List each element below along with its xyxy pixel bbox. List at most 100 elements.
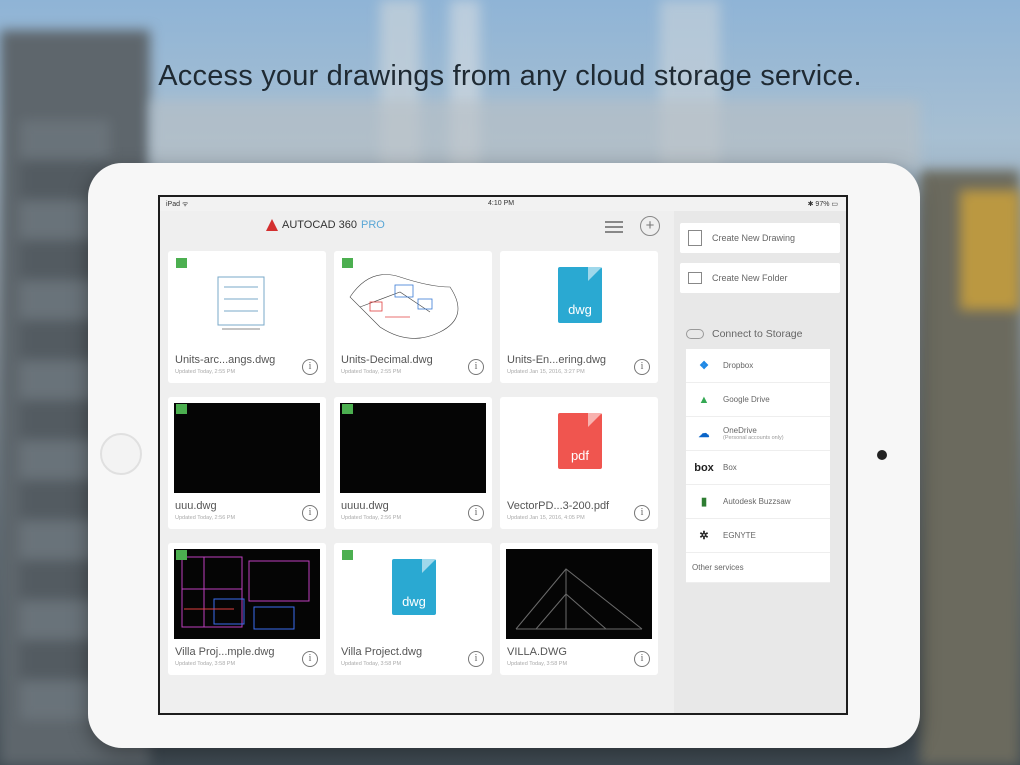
side-panel: Create New Drawing Create New Folder Con…	[674, 211, 846, 713]
connect-storage-heading: Connect to Storage	[686, 328, 802, 340]
sync-badge	[342, 550, 353, 560]
file-updated: Updated Today, 3:58 PM	[341, 661, 402, 667]
storage-item[interactable]: ▲ Google Drive	[686, 383, 830, 417]
create-folder-label: Create New Folder	[712, 273, 788, 283]
storage-label: Box	[723, 463, 737, 472]
file-updated: Updated Jan 15, 2016, 3:27 PM	[507, 369, 585, 375]
storage-item[interactable]: ▮ Autodesk Buzzsaw	[686, 485, 830, 519]
info-icon[interactable]: i	[302, 505, 318, 521]
egnyte-icon: ✲	[699, 530, 709, 542]
pdf-file-icon: pdf	[558, 413, 602, 469]
info-icon[interactable]: i	[468, 359, 484, 375]
home-button[interactable]	[100, 433, 142, 475]
autocad-logo-icon	[266, 219, 278, 231]
camera	[877, 450, 887, 460]
file-name: Units-Decimal.dwg	[341, 354, 433, 366]
storage-item[interactable]: ☁ OneDrive (Personal accounts only)	[686, 417, 830, 451]
file-thumbnail	[174, 257, 320, 347]
file-name: VectorPD...3-200.pdf	[507, 500, 610, 512]
create-drawing-button[interactable]: Create New Drawing	[680, 223, 840, 253]
file-browser: AUTOCAD 360 PRO + Units-arc...angs.dwg Up…	[160, 211, 674, 713]
sync-badge	[176, 404, 187, 414]
google-drive-icon: ▲	[698, 393, 710, 406]
file-thumbnail	[340, 257, 486, 347]
sync-badge	[176, 550, 187, 560]
info-icon[interactable]: i	[634, 359, 650, 375]
tablet-device: iPad ᯤ 4:10 PM ✱ 97% ▭ AUTOCAD 360 PRO +…	[88, 163, 920, 748]
new-file-icon	[688, 230, 702, 246]
info-icon[interactable]: i	[302, 359, 318, 375]
buzzsaw-icon: ▮	[700, 496, 708, 508]
add-button[interactable]: +	[640, 216, 660, 236]
info-icon[interactable]: i	[302, 651, 318, 667]
file-thumbnail	[506, 549, 652, 639]
storage-label: Dropbox	[723, 361, 754, 370]
file-card[interactable]: uuu.dwg Updated Today, 2:56 PM i	[168, 397, 326, 529]
carrier: iPad ᯤ	[166, 201, 189, 208]
file-thumbnail: dwg	[506, 257, 652, 347]
file-card[interactable]: dwg Units-En...ering.dwg Updated Jan 15, 2…	[500, 251, 658, 383]
storage-label: Google Drive	[723, 395, 770, 404]
file-card[interactable]: uuuu.dwg Updated Today, 2:56 PM i	[334, 397, 492, 529]
file-updated: Updated Today, 2:56 PM	[341, 515, 402, 521]
list-view-icon[interactable]	[605, 221, 623, 233]
cloud-icon	[686, 329, 704, 339]
file-name: Villa Project.dwg	[341, 646, 423, 658]
file-card[interactable]: VILLA.DWG Updated Today, 3:58 PM i	[500, 543, 658, 675]
dropbox-icon: ❖	[699, 360, 709, 372]
file-card[interactable]: Units-Decimal.dwg Updated Today, 2:55 PM i	[334, 251, 492, 383]
clock: 4:10 PM	[488, 200, 515, 207]
file-updated: Updated Today, 2:55 PM	[341, 369, 402, 375]
storage-item[interactable]: box Box	[686, 451, 830, 485]
app-logo: AUTOCAD 360 PRO	[266, 219, 385, 231]
sync-badge	[342, 404, 353, 414]
sync-badge	[176, 258, 187, 268]
file-thumbnail	[174, 549, 320, 639]
file-card[interactable]: pdf VectorPD...3-200.pdf Updated Jan 15, 2…	[500, 397, 658, 529]
file-updated: Updated Today, 3:58 PM	[507, 661, 568, 667]
file-name: Units-En...ering.dwg	[507, 354, 607, 366]
file-thumbnail	[174, 403, 320, 493]
background-skyline	[150, 100, 920, 170]
storage-label: EGNYTE	[723, 531, 756, 540]
other-services-item[interactable]: Other services	[686, 553, 830, 583]
storage-note: (Personal accounts only)	[723, 435, 784, 441]
file-name: Villa Proj...mple.dwg	[175, 646, 275, 658]
file-updated: Updated Today, 3:58 PM	[175, 661, 236, 667]
info-icon[interactable]: i	[468, 651, 484, 667]
info-icon[interactable]: i	[634, 651, 650, 667]
file-updated: Updated Today, 2:56 PM	[175, 515, 236, 521]
dwg-file-icon: dwg	[392, 559, 436, 615]
battery: ✱ 97% ▭	[807, 201, 838, 208]
file-name: Units-arc...angs.dwg	[175, 354, 276, 366]
connect-label: Connect to Storage	[712, 328, 803, 340]
file-thumbnail: pdf	[506, 403, 652, 493]
onedrive-icon: ☁	[698, 428, 710, 440]
file-updated: Updated Jan 15, 2016, 4:05 PM	[507, 515, 585, 521]
background-crane-yellow	[960, 190, 1020, 310]
file-card[interactable]: Villa Proj...mple.dwg Updated Today, 3:58…	[168, 543, 326, 675]
headline: Access your drawings from any cloud stor…	[158, 60, 862, 92]
file-name: uuuu.dwg	[341, 500, 389, 512]
dwg-file-icon: dwg	[558, 267, 602, 323]
file-thumbnail: dwg	[340, 549, 486, 639]
sync-badge	[342, 258, 353, 268]
file-card[interactable]: Units-arc...angs.dwg Updated Today, 2:55 …	[168, 251, 326, 383]
create-drawing-label: Create New Drawing	[712, 233, 796, 243]
box-icon: box	[694, 461, 714, 474]
info-icon[interactable]: i	[634, 505, 650, 521]
file-thumbnail	[340, 403, 486, 493]
create-folder-button[interactable]: Create New Folder	[680, 263, 840, 293]
file-name: VILLA.DWG	[507, 646, 567, 658]
status-bar: iPad ᯤ 4:10 PM ✱ 97% ▭	[160, 197, 846, 211]
folder-icon	[688, 272, 702, 284]
file-updated: Updated Today, 2:55 PM	[175, 369, 236, 375]
storage-item[interactable]: ✲ EGNYTE	[686, 519, 830, 553]
storage-item[interactable]: ❖ Dropbox	[686, 349, 830, 383]
file-name: uuu.dwg	[175, 500, 217, 512]
logo-pro: PRO	[361, 219, 385, 231]
toolbar: AUTOCAD 360 PRO +	[160, 211, 674, 243]
info-icon[interactable]: i	[468, 505, 484, 521]
file-card[interactable]: dwg Villa Project.dwg Updated Today, 3:58 …	[334, 543, 492, 675]
logo-text: AUTOCAD 360	[282, 219, 357, 231]
